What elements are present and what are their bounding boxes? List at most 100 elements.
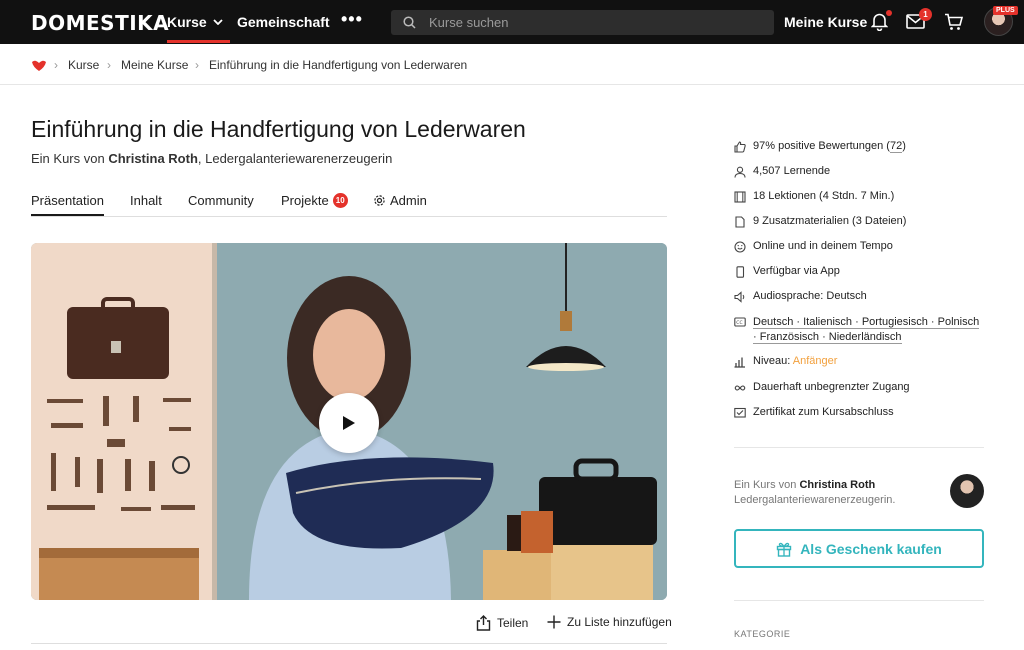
online-text: Online und in deinem Tempo: [753, 240, 893, 252]
course-byline: Ein Kurs von Christina Roth, Ledergalant…: [31, 151, 392, 166]
tab-inhalt[interactable]: Inhalt: [130, 193, 162, 208]
person-icon: [734, 166, 746, 178]
search-input[interactable]: [429, 10, 759, 35]
stat-rating: 97% positive Bewertungen (72): [734, 140, 906, 153]
share-label: Teilen: [497, 616, 529, 630]
tab-praesentation-label: Präsentation: [31, 193, 104, 208]
cart-icon[interactable]: [944, 13, 963, 31]
subtitles-line-2[interactable]: · Französisch · Niederländisch: [753, 331, 902, 344]
nav-kurse-menu[interactable]: Kurse: [167, 14, 223, 30]
byline-role: , Ledergalanteriewarenerzeugerin: [197, 151, 393, 166]
nav-gemeinschaft-link[interactable]: Gemeinschaft: [237, 14, 330, 30]
search-bar[interactable]: [391, 10, 774, 35]
thumbs-up-icon: [734, 141, 746, 153]
film-icon: [734, 191, 746, 203]
breadcrumb-separator: ›: [107, 58, 111, 72]
level-bars-icon: [734, 357, 745, 368]
active-nav-indicator: [167, 40, 230, 43]
subtitles-icon: CC: [734, 317, 746, 327]
breadcrumb: › Kurse › Meine Kurse › Einführung in di…: [0, 44, 1024, 85]
access-text: Dauerhaft unbegrenzter Zugang: [753, 381, 910, 393]
domestika-home-icon[interactable]: [31, 58, 47, 72]
tab-projekte-label: Projekte: [281, 193, 329, 208]
materials-text: 9 Zusatzmaterialien (3 Dateien): [753, 215, 907, 227]
plus-badge: PLUS: [993, 6, 1018, 15]
play-icon: [343, 416, 355, 430]
level-label: Niveau:: [753, 355, 793, 367]
add-to-list-button[interactable]: Zu Liste hinzufügen: [547, 615, 672, 629]
gear-icon: [374, 195, 385, 206]
bell-icon[interactable]: [871, 12, 888, 31]
divider: [31, 643, 667, 644]
rating-count-link[interactable]: 72: [889, 140, 903, 153]
share-icon: [476, 615, 491, 631]
stat-learners: 4,507 Lernende: [734, 165, 830, 178]
rating-text: 97% positive Bewertungen (: [753, 140, 890, 152]
smiley-icon: [734, 241, 746, 253]
document-icon: [735, 216, 745, 228]
stat-audio: Audiosprache: Deutsch: [734, 290, 867, 303]
page-title: Einführung in die Handfertigung von Lede…: [31, 116, 526, 142]
stat-access: Dauerhaft unbegrenzter Zugang: [734, 381, 910, 394]
top-navbar: DOMESTIKA Kurse Gemeinschaft ••• Meine K…: [0, 0, 1024, 44]
lessons-text: 18 Lektionen (4 Stdn. 7 Min.): [753, 190, 895, 202]
add-to-list-label: Zu Liste hinzufügen: [567, 615, 672, 629]
sidebar-divider: [734, 600, 984, 601]
stat-lessons: 18 Lektionen (4 Stdn. 7 Min.): [734, 190, 894, 203]
breadcrumb-kurse[interactable]: Kurse: [68, 58, 99, 72]
breadcrumb-separator: ›: [195, 58, 199, 72]
stat-materials: 9 Zusatzmaterialien (3 Dateien): [734, 215, 906, 228]
more-menu-icon[interactable]: •••: [341, 9, 363, 30]
gift-button-label: Als Geschenk kaufen: [800, 540, 942, 557]
audio-text: Audiosprache: Deutsch: [753, 290, 867, 302]
sidebar-author-info: Ein Kurs von Christina Roth Ledergalante…: [734, 478, 895, 508]
rating-close: ): [902, 140, 906, 152]
tab-praesentation[interactable]: Präsentation: [31, 193, 104, 216]
sidebar-divider: [734, 447, 984, 448]
sidebar-author-name[interactable]: Christina Roth: [799, 479, 875, 491]
certificate-text: Zertifikat zum Kursabschluss: [753, 406, 894, 418]
category-label: KATEGORIE: [734, 629, 791, 639]
stat-level: Niveau: Anfänger: [734, 355, 837, 368]
share-button[interactable]: Teilen: [476, 615, 528, 631]
breadcrumb-meine-kurse[interactable]: Meine Kurse: [121, 58, 188, 72]
chevron-down-icon: [213, 19, 223, 25]
phone-icon: [736, 266, 745, 278]
level-value: Anfänger: [792, 355, 838, 367]
notification-dot: [886, 10, 892, 16]
byline-prefix: Ein Kurs von: [31, 151, 105, 166]
sidebar-author-prefix: Ein Kurs von: [734, 479, 797, 491]
byline-author[interactable]: Christina Roth: [108, 151, 198, 166]
breadcrumb-separator: ›: [54, 58, 58, 72]
domestika-logo[interactable]: DOMESTIKA: [31, 11, 169, 35]
stat-certificate: Zertifikat zum Kursabschluss: [734, 406, 894, 419]
tab-projekte[interactable]: Projekte 10: [281, 193, 348, 208]
plus-icon: [547, 615, 561, 629]
breadcrumb-current[interactable]: Einführung in die Handfertigung von Lede…: [209, 58, 467, 72]
course-tabs: Präsentation Inhalt Community Projekte 1…: [31, 193, 667, 217]
tab-community[interactable]: Community: [188, 193, 254, 208]
search-icon: [403, 16, 416, 29]
meine-kurse-link[interactable]: Meine Kurse: [784, 14, 867, 30]
tab-admin-label: Admin: [390, 193, 427, 208]
infinity-icon: [734, 385, 746, 391]
svg-text:CC: CC: [736, 320, 742, 326]
stat-online: Online und in deinem Tempo: [734, 240, 893, 253]
gift-icon: [776, 542, 792, 557]
projekte-count-badge: 10: [332, 193, 348, 208]
sidebar-author-role: Ledergalanteriewarenerzeugerin.: [734, 494, 896, 506]
app-text: Verfügbar via App: [753, 265, 840, 277]
learners-text: 4,507 Lernende: [753, 165, 831, 177]
author-avatar[interactable]: [950, 474, 984, 508]
tab-community-label: Community: [188, 193, 254, 208]
certificate-icon: [734, 407, 746, 418]
nav-kurse-label: Kurse: [167, 14, 207, 30]
stat-app: Verfügbar via App: [734, 265, 840, 278]
tab-inhalt-label: Inhalt: [130, 193, 162, 208]
play-button[interactable]: [319, 393, 379, 453]
mail-count-badge: 1: [919, 8, 932, 21]
tab-admin[interactable]: Admin: [373, 193, 427, 208]
gift-purchase-button[interactable]: Als Geschenk kaufen: [734, 529, 984, 568]
speaker-icon: [734, 291, 745, 303]
subtitles-line-1[interactable]: Deutsch · Italienisch · Portugiesisch · …: [753, 316, 980, 329]
